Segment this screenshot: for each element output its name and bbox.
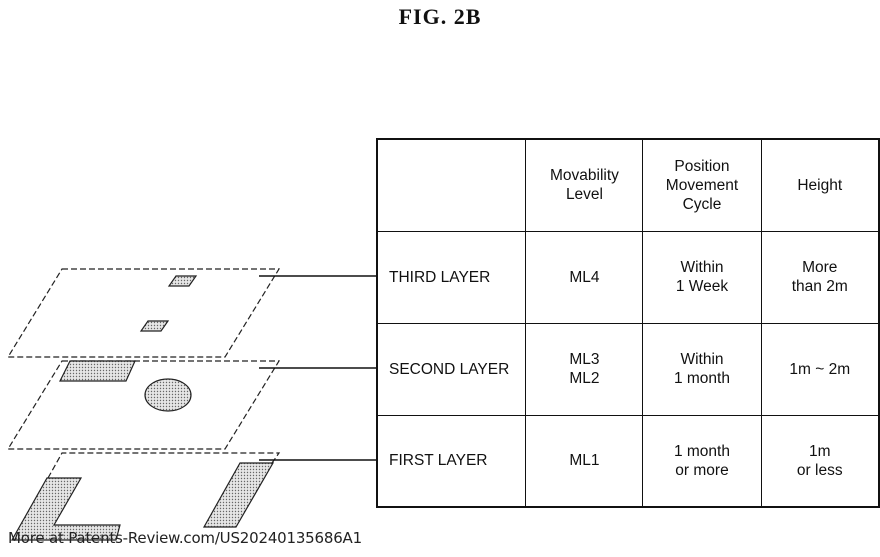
movability-cell: ML4 [525,230,644,324]
layer-name-cell: THIRD LAYER [376,230,527,324]
third-layer-plane [6,268,281,358]
header-cell: Height [760,138,880,232]
movability-cell: ML1 [525,414,644,508]
movability-cell: ML3 ML2 [525,322,644,416]
second-layer-ellipse [144,378,192,412]
table-row: SECOND LAYER ML3 ML2 Within 1 month 1m ~… [376,322,880,416]
second-layer-rectangle [59,360,136,382]
cycle-cell: Within 1 Week [642,230,762,324]
height-cell: 1m or less [760,414,880,508]
header-cell: Position Movement Cycle [642,138,762,232]
table-header-row: Movability Level Position Movement Cycle… [376,138,880,232]
layer-name-cell: FIRST LAYER [376,414,527,508]
first-layer-bar [202,462,275,528]
layer-name-cell: SECOND LAYER [376,322,527,416]
table-row: THIRD LAYER ML4 Within 1 Week More than … [376,230,880,324]
header-cell: Movability Level [525,138,644,232]
height-cell: 1m ~ 2m [760,322,880,416]
cycle-cell: Within 1 month [642,322,762,416]
cycle-cell: 1 month or more [642,414,762,508]
first-layer-plane [10,452,281,541]
height-cell: More than 2m [760,230,880,324]
layer-table: Movability Level Position Movement Cycle… [376,138,880,508]
second-layer-plane [6,360,281,450]
watermark-link[interactable]: More at Patents-Review.com/US20240135686… [8,529,362,547]
table-row: FIRST LAYER ML1 1 month or more 1m or le… [376,414,880,508]
header-cell [376,138,527,232]
